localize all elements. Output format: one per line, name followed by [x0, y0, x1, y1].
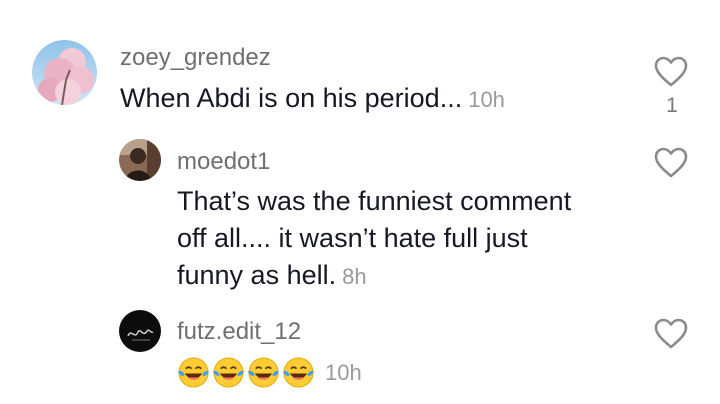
laughing-tears-emoji-icon — [177, 357, 210, 388]
profile-photo-avatar-icon — [119, 139, 161, 181]
avatar[interactable] — [119, 139, 161, 181]
comment-text: That’s was the funniest comment off all.… — [177, 183, 571, 295]
emoji-reaction-row: 10h — [177, 356, 362, 389]
reply-item: moedot1 That’s was the funniest comment … — [0, 130, 720, 300]
laughing-tears-emoji-icon — [247, 357, 280, 388]
laughing-tears-emoji-icon — [212, 357, 245, 388]
comment-text-line: funny as hell. 8h — [177, 257, 571, 295]
avatar[interactable] — [32, 40, 97, 105]
comment-username[interactable]: zoey_grendez — [120, 44, 271, 72]
like-count: 1 — [666, 94, 678, 117]
heart-icon[interactable] — [654, 56, 688, 88]
comment-text-line: When Abdi is on his period... — [120, 83, 463, 113]
comment-timestamp: 8h — [342, 264, 367, 289]
comment-timestamp: 10h — [325, 359, 362, 385]
signature-logo-avatar-icon — [119, 310, 161, 352]
comment-username[interactable]: moedot1 — [177, 148, 270, 176]
heart-icon[interactable] — [654, 147, 688, 179]
comment-text: When Abdi is on his period... 10h — [120, 80, 505, 118]
comment-timestamp: 10h — [468, 87, 505, 112]
reply-item: futz.edit_12 10h — [0, 300, 720, 404]
laughing-tears-emoji-icon — [282, 357, 315, 388]
cherry-blossom-avatar-icon — [32, 40, 97, 105]
heart-icon[interactable] — [654, 318, 688, 350]
avatar[interactable] — [119, 310, 161, 352]
comment-text-segment: funny as hell. — [177, 260, 337, 290]
comments-panel: zoey_grendez When Abdi is on his period.… — [0, 0, 720, 404]
comment-username[interactable]: futz.edit_12 — [177, 318, 301, 346]
comment-text-line: That’s was the funniest comment — [177, 186, 572, 216]
comment-text-line: off all.... it wasn’t hate full just — [177, 223, 528, 253]
comment-item: zoey_grendez When Abdi is on his period.… — [0, 0, 720, 130]
